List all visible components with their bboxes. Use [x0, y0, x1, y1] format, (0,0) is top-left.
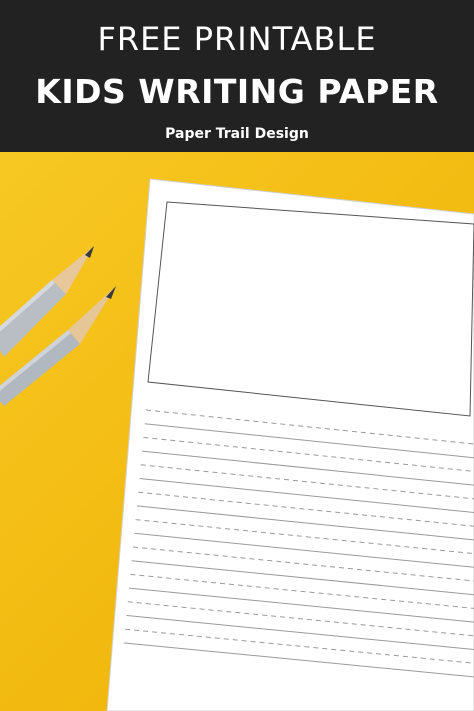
pencil-icon	[0, 286, 116, 406]
product-scene	[0, 178, 474, 711]
title-line-2: KIDS WRITING PAPER	[35, 72, 439, 111]
title-line-1: FREE PRINTABLE	[97, 20, 377, 58]
title-banner: FREE PRINTABLE KIDS WRITING PAPER Paper …	[0, 0, 474, 152]
writing-paper-sheet	[106, 178, 474, 711]
brand-credit: Paper Trail Design	[165, 126, 309, 142]
